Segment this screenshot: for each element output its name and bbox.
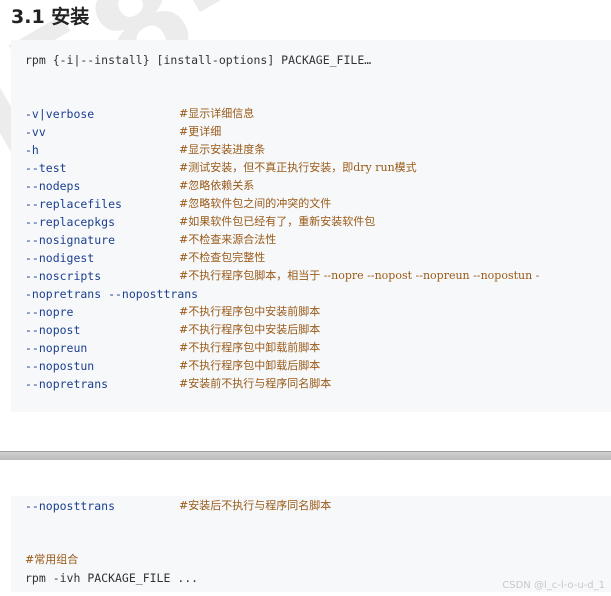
option-flag: --nopostun [25, 359, 95, 373]
option-flag: --replacefiles [25, 197, 122, 211]
option-comment: #不执行程序包脚本，相当于 --nopre --nopost --nopreun… [179, 269, 540, 282]
option-comment: #不执行程序包中安装后脚本 [179, 323, 321, 336]
option-flag: --nodigest [25, 251, 95, 265]
option-line: --nodeps #忽略依赖关系 [25, 178, 254, 194]
example-command-line: rpm -ivh PACKAGE_FILE ... [25, 570, 198, 586]
option-flag: --nopreun [25, 341, 88, 355]
option-comment: #如果软件包已经有了，重新安装软件包 [179, 215, 376, 228]
option-flag: --noscripts [25, 269, 102, 283]
option-flag: -h [25, 143, 39, 157]
option-comment: #不检查包完整性 [179, 251, 266, 264]
option-comment: #测试安装，但不真正执行安装，即dry run模式 [179, 161, 417, 174]
option-comment: #安装前不执行与程序同名脚本 [179, 377, 332, 390]
page-break-divider [0, 451, 611, 460]
option-line: --replacepkgs #如果软件包已经有了，重新安装软件包 [25, 214, 375, 230]
option-line: --nodigest #不检查包完整性 [25, 250, 265, 266]
option-flag: --test [25, 161, 67, 175]
option-line: -h #显示安装进度条 [25, 142, 265, 158]
option-flag: --noposttrans [25, 499, 116, 513]
option-comment: #不检查来源合法性 [179, 233, 277, 246]
example-command: rpm -ivh [25, 571, 81, 585]
option-comment: #忽略软件包之间的冲突的文件 [179, 197, 332, 210]
option-comment: #安装后不执行与程序同名脚本 [179, 499, 332, 512]
code-block-continued: --noposttrans #安装后不执行与程序同名脚本 #常用组合 rpm -i… [11, 496, 611, 592]
usage-line: rpm {-i|--install} [install-options] PAC… [25, 53, 372, 67]
section-heading: 3.1 安装 [11, 6, 90, 28]
option-line: --noposttrans #安装后不执行与程序同名脚本 [25, 498, 331, 514]
section-comment: #常用组合 [25, 553, 79, 566]
option-comment: #不执行程序包中安装前脚本 [179, 305, 321, 318]
option-flag: --nopost [25, 323, 81, 337]
option-line: -vv #更详细 [25, 124, 221, 140]
option-comment: #忽略依赖关系 [179, 179, 255, 192]
option-line: --nopreun #不执行程序包中卸载前脚本 [25, 340, 320, 356]
option-line: --nosignature #不检查来源合法性 [25, 232, 276, 248]
csdn-credit: CSDN @l_c-l-o-u-d_1 [502, 580, 605, 591]
option-line: --nopretrans #安装前不执行与程序同名脚本 [25, 376, 331, 392]
option-flag: -vv [25, 125, 46, 139]
option-flag: -nopretrans --noposttrans [25, 287, 199, 301]
option-comment: #不执行程序包中卸载后脚本 [179, 359, 321, 372]
option-line: --test #测试安装，但不真正执行安装，即dry run模式 [25, 160, 417, 176]
option-line: --nopre #不执行程序包中安装前脚本 [25, 304, 320, 320]
option-flag: -v|verbose [25, 107, 95, 121]
code-block-install-options: rpm {-i|--install} [install-options] PAC… [11, 40, 611, 412]
option-comment: #显示详细信息 [179, 107, 255, 120]
option-comment: #更详细 [179, 125, 222, 138]
option-comment: #显示安装进度条 [179, 143, 266, 156]
option-flag: --nopre [25, 305, 74, 319]
option-line: -v|verbose #显示详细信息 [25, 106, 254, 122]
option-flag: --nosignature [25, 233, 116, 247]
option-flag: --nodeps [25, 179, 81, 193]
option-line: --nopostun #不执行程序包中卸载后脚本 [25, 358, 320, 374]
option-flag: --replacepkgs [25, 215, 116, 229]
option-flag: --nopretrans [25, 377, 109, 391]
example-args: PACKAGE_FILE ... [80, 571, 199, 585]
option-line: --noscripts #不执行程序包脚本，相当于 --nopre --nopos… [25, 268, 539, 284]
option-comment: #不执行程序包中卸载前脚本 [179, 341, 321, 354]
option-line-wrapped: -nopretrans --noposttrans [25, 286, 198, 302]
option-line: --replacefiles #忽略软件包之间的冲突的文件 [25, 196, 331, 212]
option-line: --nopost #不执行程序包中安装后脚本 [25, 322, 320, 338]
